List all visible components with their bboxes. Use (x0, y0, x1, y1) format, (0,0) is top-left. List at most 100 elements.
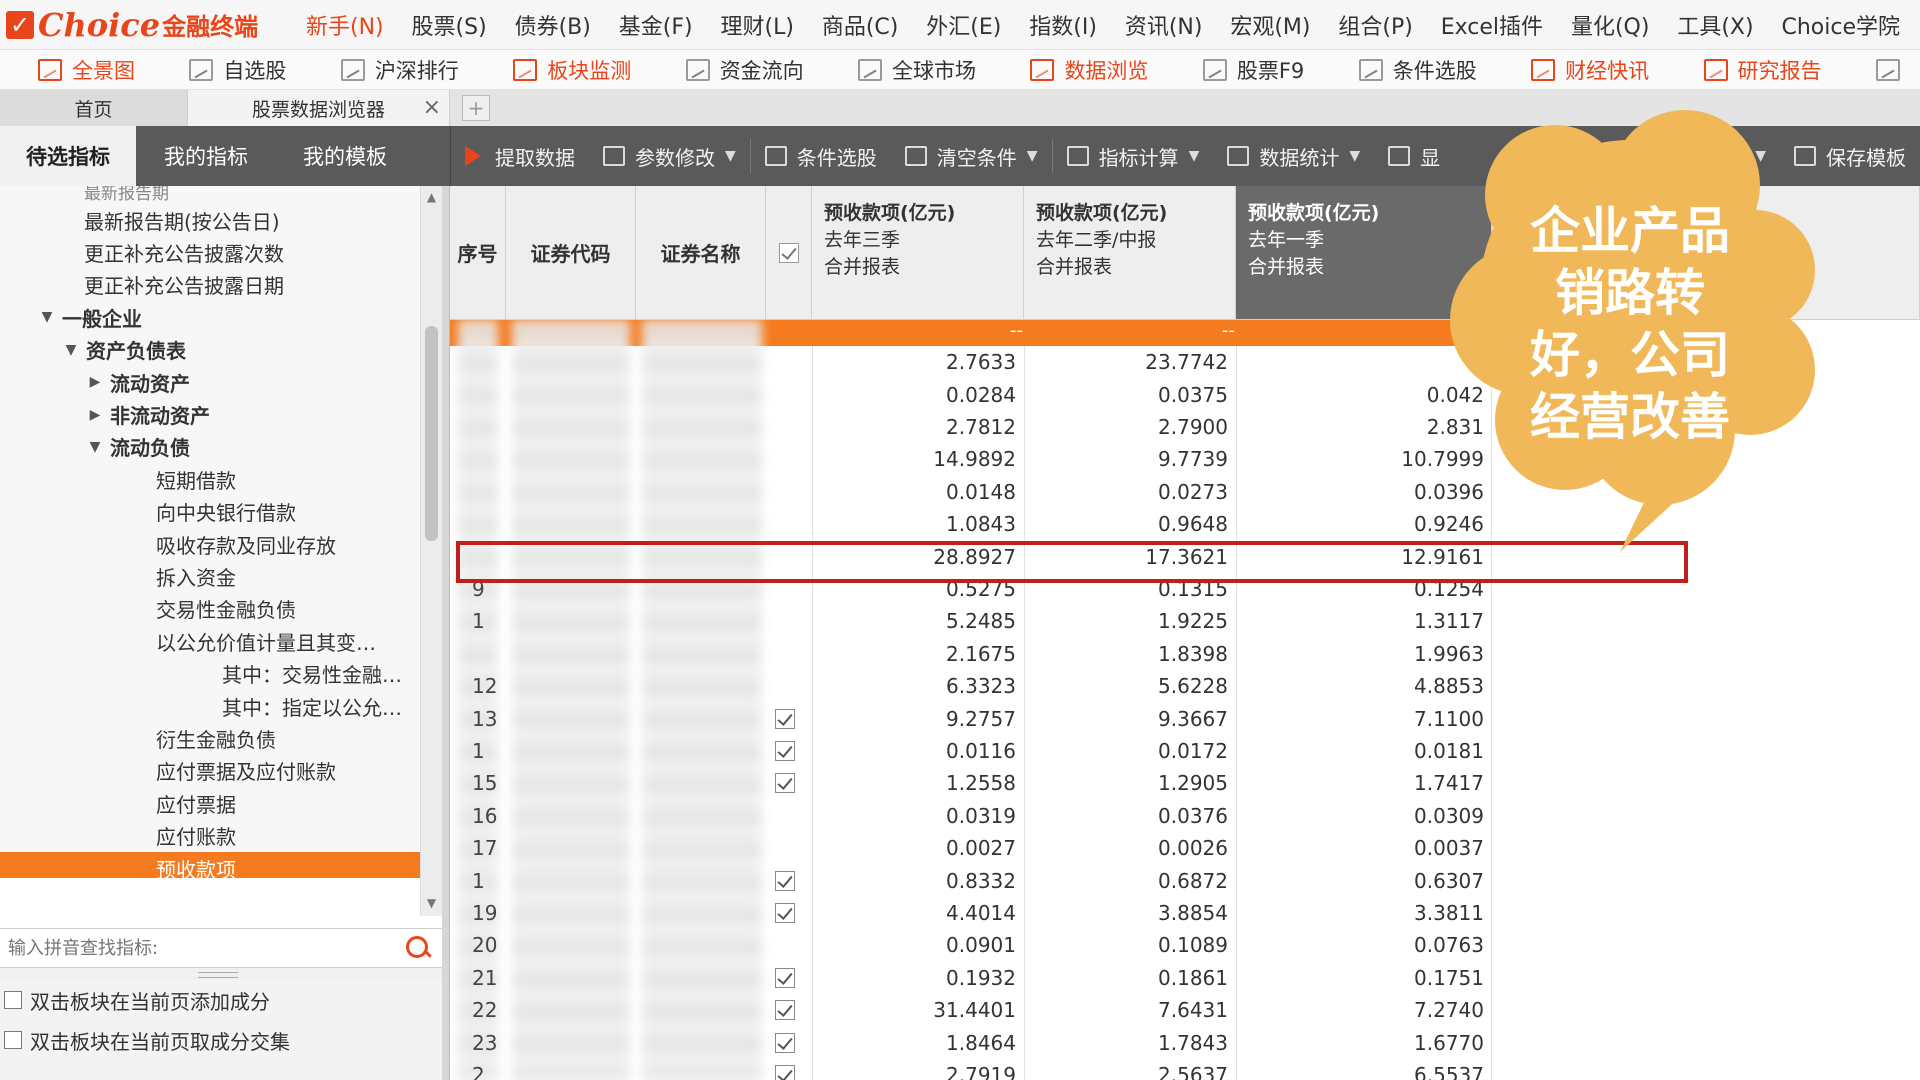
tree-item[interactable]: 最新报告期 (0, 186, 420, 204)
row-checkbox[interactable] (775, 1064, 795, 1080)
expand-down-icon[interactable]: ▼ (64, 342, 78, 358)
select-all-checkbox[interactable] (778, 242, 799, 263)
tree-item[interactable]: 更正补充公告披露日期 (0, 269, 420, 301)
data-stats-button[interactable]: 数据统计 ▼ (1213, 126, 1374, 186)
toolbar-item[interactable]: 沪深排行 (340, 55, 459, 85)
menu-item[interactable]: Choice学院 (1775, 9, 1906, 41)
table-row[interactable]: 19 4.4014 3.8854 3.3811 (450, 897, 1490, 929)
menu-item[interactable]: 组合(P) (1332, 9, 1418, 41)
tree-item[interactable]: 衍生金融负债 (0, 722, 420, 754)
table-row[interactable]: 0.0148 0.0273 0.0396 (450, 476, 1490, 508)
menu-item[interactable]: 资讯(N) (1119, 9, 1209, 41)
tree-item[interactable]: 其中：指定以公允… (0, 690, 420, 722)
tree-item[interactable]: 短期借款 (0, 463, 420, 495)
fetch-data-button[interactable]: 提取数据 (451, 126, 589, 186)
toolbar-item[interactable]: 股票F9 (1202, 55, 1304, 85)
table-row[interactable]: 2.7812 2.7900 2.831 (450, 411, 1490, 443)
row-checkbox[interactable] (775, 773, 795, 794)
tab-stock-data-browser[interactable]: 股票数据浏览器 × (188, 90, 450, 126)
add-tab-button[interactable]: + (462, 95, 490, 121)
checkbox[interactable] (4, 991, 22, 1009)
tree-item[interactable]: 其中：交易性金融… (0, 657, 420, 689)
menu-item[interactable]: 理财(L) (714, 9, 799, 41)
tree-item[interactable]: 更正补充公告披露次数 (0, 236, 420, 268)
resize-grip[interactable] (0, 968, 442, 980)
expand-down-icon[interactable]: ▼ (88, 439, 102, 455)
table-row[interactable]: 2.1675 1.8398 1.9963 (450, 638, 1490, 670)
tree-item[interactable]: 拆入资金 (0, 560, 420, 592)
toolbar-item[interactable]: 资金流向 (685, 55, 804, 85)
row-checkbox[interactable] (775, 708, 795, 729)
table-row[interactable]: 2 2.7919 2.5637 6.5537 (450, 1059, 1490, 1080)
menu-item[interactable]: 外汇(E) (920, 9, 1007, 41)
search-icon[interactable] (404, 934, 432, 962)
toolbar-item[interactable]: 板块监测 (513, 55, 631, 85)
stock-filter-button[interactable]: 条件选股 (751, 126, 891, 186)
toolbar-item[interactable]: 财经快讯 (1531, 55, 1649, 85)
tab-home[interactable]: 首页 (0, 90, 188, 126)
menu-item[interactable]: 债券(B) (509, 9, 597, 41)
toolbar-item[interactable]: 研究报告 (1703, 55, 1822, 85)
panel-splitter[interactable] (442, 186, 450, 1080)
tree-item[interactable]: 以公允价值计量且其变… (0, 625, 420, 657)
table-row[interactable]: 16 0.0319 0.0376 0.0309 (450, 800, 1490, 832)
table-row[interactable]: 13 9.2757 9.3667 7.1100 (450, 702, 1490, 734)
row-checkbox[interactable] (775, 902, 795, 923)
tree-item[interactable]: 交易性金融负债 (0, 593, 420, 625)
table-row[interactable]: 14.9892 9.7739 10.7999 (450, 443, 1490, 475)
tree-item[interactable]: 应付账款 (0, 819, 420, 851)
col-header-advance-q3[interactable]: 预收款项(亿元) 去年三季 合并报表 (812, 186, 1024, 320)
menu-item[interactable]: 新手(N) (300, 9, 390, 41)
more-icon[interactable] (1875, 58, 1910, 81)
clear-conditions-button[interactable]: 清空条件 ▼ (891, 126, 1052, 186)
table-row[interactable]: 1 0.0116 0.0172 0.0181 (450, 735, 1490, 767)
tree-scrollbar[interactable]: ▲ ▼ (420, 186, 442, 916)
tab-my-templates[interactable]: 我的模板 (276, 126, 414, 186)
toolbar-item[interactable]: 数据浏览 (1030, 55, 1148, 85)
row-checkbox[interactable] (775, 967, 795, 988)
expand-right-icon[interactable]: ▶ (88, 407, 102, 423)
expand-right-icon[interactable]: ▶ (88, 374, 102, 390)
modify-params-button[interactable]: 参数修改 ▼ (589, 126, 750, 186)
row-checkbox[interactable] (775, 1000, 795, 1021)
menu-item[interactable]: 宏观(M) (1224, 9, 1316, 41)
col-header-code[interactable]: 证券代码 (506, 186, 636, 320)
scroll-thumb[interactable] (425, 326, 438, 541)
row-checkbox[interactable] (775, 870, 795, 891)
table-row[interactable]: 2.7633 23.7742 (450, 346, 1490, 378)
tree-item[interactable]: 吸收存款及同业存放 (0, 528, 420, 560)
col-header-index[interactable]: 序号 (450, 186, 506, 320)
menu-item[interactable]: 商品(C) (816, 9, 905, 41)
col-header-select[interactable] (766, 186, 812, 320)
search-input[interactable] (0, 930, 404, 966)
indicator-calc-button[interactable]: 指标计算 ▼ (1053, 126, 1214, 186)
table-row[interactable]: 1.0843 0.9648 0.9246 (450, 508, 1490, 540)
menu-item[interactable]: Excel插件 (1435, 9, 1549, 41)
checkbox[interactable] (4, 1031, 22, 1049)
tree-item[interactable]: 向中央银行借款 (0, 496, 420, 528)
toolbar-item[interactable]: 条件选股 (1358, 55, 1477, 85)
table-row[interactable]: 21 0.1932 0.1861 0.1751 (450, 962, 1490, 994)
tab-candidate-indicators[interactable]: 待选指标 (0, 126, 136, 186)
table-row[interactable]: 15 1.2558 1.2905 1.7417 (450, 767, 1490, 799)
display-button[interactable]: 显 (1374, 126, 1454, 186)
row-checkbox[interactable] (775, 1032, 795, 1053)
tree-item[interactable]: 应付票据 (0, 787, 420, 819)
table-row[interactable]: 12 6.3323 5.6228 4.8853 (450, 670, 1490, 702)
table-row[interactable]: 1 5.2485 1.9225 1.3117 (450, 605, 1490, 637)
col-header-advance-q2[interactable]: 预收款项(亿元) 去年二季/中报 合并报表 (1024, 186, 1236, 320)
tree-item[interactable]: ▼ 一般企业 (0, 301, 420, 333)
toolbar-item[interactable]: 自选股 (189, 55, 286, 85)
menu-item[interactable]: 股票(S) (406, 9, 493, 41)
col-header-name[interactable]: 证券名称 (636, 186, 766, 320)
scroll-down-icon[interactable]: ▼ (425, 896, 438, 912)
tree-item[interactable]: 最新报告期(按公告日) (0, 204, 420, 236)
tree-item[interactable]: 预收款项 (0, 851, 420, 878)
option-add-constituents[interactable]: 双击板块在当前页添加成分 (0, 980, 442, 1020)
table-row[interactable]: 0.0284 0.0375 0.042 (450, 378, 1490, 410)
tree-item[interactable]: ▶ 流动资产 (0, 366, 420, 398)
expand-down-icon[interactable]: ▼ (40, 309, 54, 325)
tree-item[interactable]: 应付票据及应付账款 (0, 755, 420, 787)
table-row[interactable]: 23 1.8464 1.7843 1.6770 (450, 1026, 1490, 1058)
menu-item[interactable]: 基金(F) (613, 9, 699, 41)
